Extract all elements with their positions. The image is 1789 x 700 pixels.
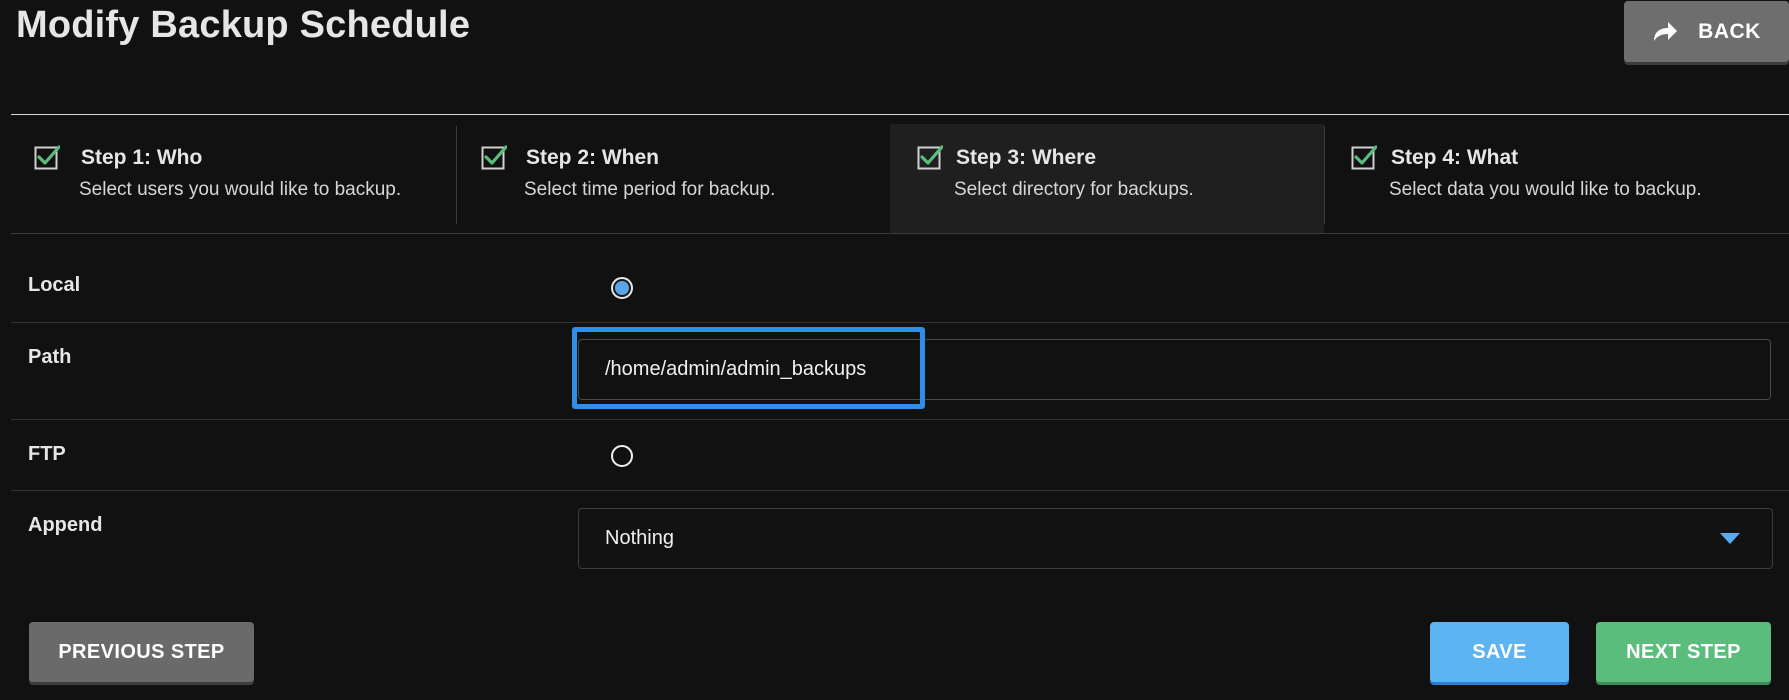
ftp-label: FTP	[28, 443, 66, 465]
step-title: Step 4: What	[1391, 146, 1519, 169]
checkbox-checked-icon	[34, 145, 60, 170]
step-description: Select data you would like to backup.	[1389, 179, 1702, 200]
path-field	[578, 339, 1771, 400]
share-arrow-icon	[1652, 21, 1678, 43]
step-title: Step 2: When	[526, 146, 660, 169]
step-title: Step 3: Where	[956, 146, 1097, 169]
row-divider	[11, 419, 1789, 420]
checkbox-checked-icon	[481, 145, 507, 170]
row-divider	[11, 490, 1789, 491]
step-who[interactable]: Step 1: Who Select users you would like …	[11, 124, 402, 233]
previous-step-button[interactable]: PREVIOUS STEP	[29, 622, 254, 682]
next-step-button[interactable]: NEXT STEP	[1596, 622, 1771, 682]
local-label: Local	[28, 274, 81, 296]
step-title: Step 1: Who	[81, 146, 203, 169]
steps-nav: Step 1: Who Select users you would like …	[11, 124, 1789, 234]
local-radio[interactable]	[611, 277, 633, 299]
append-select[interactable]: Nothing	[578, 508, 1773, 569]
checkbox-checked-icon	[1351, 145, 1377, 170]
caret-down-icon	[1720, 533, 1740, 544]
step-description: Select directory for backups.	[954, 179, 1194, 200]
append-label: Append	[28, 514, 103, 536]
back-button[interactable]: BACK	[1624, 1, 1789, 62]
path-input[interactable]	[579, 340, 1770, 399]
step-description: Select time period for backup.	[524, 179, 776, 200]
checkbox-checked-icon	[917, 145, 943, 170]
row-divider	[11, 322, 1789, 323]
backup-schedule-page: Modify Backup Schedule BACK Step 1: Who …	[0, 0, 1789, 700]
save-button[interactable]: SAVE	[1430, 622, 1569, 682]
page-title: Modify Backup Schedule	[16, 4, 471, 46]
back-button-label: BACK	[1698, 19, 1761, 43]
step-what[interactable]: Step 4: What Select data you would like …	[1325, 124, 1789, 233]
append-select-value: Nothing	[605, 527, 674, 549]
path-label: Path	[28, 346, 72, 368]
step-where[interactable]: Step 3: Where Select directory for backu…	[890, 124, 1324, 233]
step-description: Select users you would like to backup.	[79, 179, 402, 200]
ftp-radio[interactable]	[611, 445, 633, 467]
step-when[interactable]: Step 2: When Select time period for back…	[457, 124, 889, 233]
header-divider	[11, 114, 1789, 115]
